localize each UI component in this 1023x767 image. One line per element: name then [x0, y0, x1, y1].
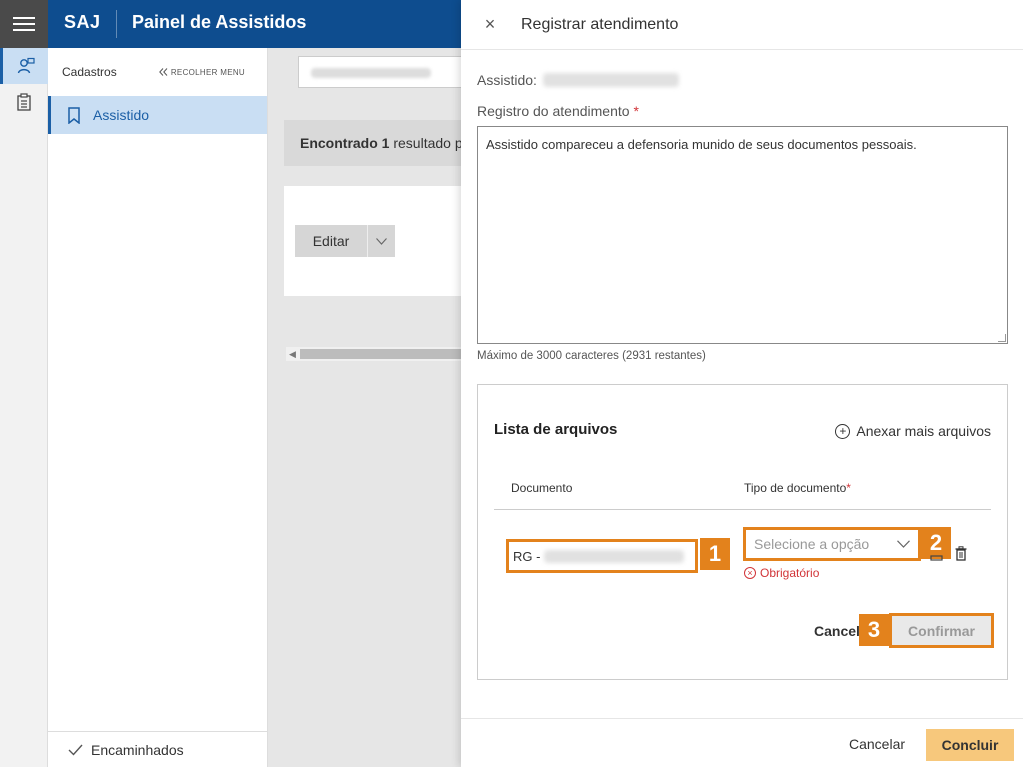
files-section: Lista de arquivos + Anexar mais arquivos… [477, 384, 1008, 680]
redacted-document-name [544, 549, 685, 563]
assistido-field: Assistido: [477, 72, 679, 88]
result-card: Editar [284, 186, 484, 296]
checkmark-icon [68, 744, 83, 756]
required-asterisk: * [846, 481, 851, 495]
chevron-down-icon [376, 237, 387, 245]
person-icon [17, 57, 35, 74]
required-asterisk: * [633, 103, 639, 119]
trash-icon[interactable] [955, 546, 967, 561]
document-prefix: RG - [513, 548, 541, 564]
assistido-label: Assistido: [477, 72, 537, 88]
side-nav-section-title: Cadastros [62, 65, 117, 79]
bookmark-icon [68, 106, 80, 124]
clipboard-icon [17, 93, 31, 111]
horizontal-scrollbar[interactable]: ◀ [286, 347, 470, 361]
double-chevron-left-icon [158, 68, 168, 76]
brand-logo: SAJ [64, 12, 101, 32]
redacted-assistido-name [542, 73, 679, 87]
header-divider [116, 10, 117, 38]
annotation-badge-1: 1 [700, 538, 730, 570]
registro-text: Assistido compareceu a defensoria munido… [486, 137, 917, 152]
sidebar-item-assistido[interactable]: Assistido [48, 96, 267, 134]
confirm-button[interactable]: Confirmar [889, 613, 994, 648]
sidebar-item-label: Assistido [93, 107, 150, 123]
tipo-documento-select[interactable]: Selecione a opção [743, 527, 921, 561]
table-divider [494, 509, 991, 510]
encaminhados-label: Encaminhados [91, 741, 184, 758]
panel-title: Registrar atendimento [521, 15, 679, 33]
char-counter: Máximo de 3000 caracteres (2931 restante… [477, 350, 706, 362]
result-suffix: resultado p [393, 135, 463, 151]
side-nav-header: Cadastros RECOLHER MENU [48, 48, 267, 96]
error-circle-icon: × [744, 567, 756, 579]
files-title: Lista de arquivos [494, 421, 618, 438]
result-count: 1 [381, 135, 390, 151]
redacted-search-text [311, 68, 431, 78]
rail-clipboard-button[interactable] [0, 84, 48, 120]
add-files-button[interactable]: + Anexar mais arquivos [835, 423, 991, 439]
result-summary: Encontrado 1 resultado p [284, 120, 484, 166]
close-icon[interactable]: × [483, 14, 497, 35]
rail-assistidos-button[interactable] [0, 48, 48, 84]
registrar-atendimento-panel: × Registrar atendimento Assistido: Regis… [461, 0, 1023, 767]
edit-button[interactable]: Editar [295, 225, 367, 257]
column-header-documento: Documento [511, 481, 573, 495]
left-rail [0, 48, 48, 767]
edit-dropdown-button[interactable] [367, 225, 395, 257]
edit-icon[interactable] [930, 547, 943, 561]
add-files-label: Anexar mais arquivos [856, 423, 991, 439]
registro-textarea[interactable]: Assistido compareceu a defensoria munido… [477, 126, 1008, 344]
cancel-button[interactable]: Cancelar [849, 736, 905, 752]
collapse-menu-button[interactable]: RECOLHER MENU [158, 67, 245, 77]
scrollbar-thumb[interactable] [300, 349, 470, 359]
collapse-menu-label: RECOLHER MENU [170, 67, 245, 77]
concluir-button[interactable]: Concluir [926, 729, 1014, 761]
registro-label-text: Registro do atendimento [477, 103, 630, 119]
annotation-badge-3: 3 [859, 614, 889, 646]
registro-label: Registro do atendimento * [477, 103, 639, 119]
search-input[interactable] [298, 56, 478, 88]
sidebar-item-encaminhados[interactable]: Encaminhados [48, 731, 268, 767]
document-name-cell: RG - [506, 539, 698, 573]
required-error-text: Obrigatório [760, 566, 820, 580]
tipo-documento-placeholder: Selecione a opção [754, 536, 870, 552]
scroll-left-icon[interactable]: ◀ [289, 349, 296, 360]
required-error: × Obrigatório [744, 566, 819, 580]
panel-footer: Cancelar Concluir [461, 718, 1023, 767]
app-title: Painel de Assistidos [132, 12, 307, 32]
panel-header: × Registrar atendimento [461, 0, 1023, 50]
result-prefix: Encontrado [300, 135, 378, 151]
hamburger-menu-button[interactable] [0, 0, 48, 48]
side-nav: Cadastros RECOLHER MENU Assistido Encami… [48, 48, 268, 767]
column-header-tipo: Tipo de documento* [744, 481, 851, 495]
chevron-down-icon [897, 540, 910, 548]
resize-handle[interactable] [998, 334, 1006, 342]
plus-circle-icon: + [835, 423, 851, 439]
column-header-tipo-text: Tipo de documento [744, 481, 847, 495]
